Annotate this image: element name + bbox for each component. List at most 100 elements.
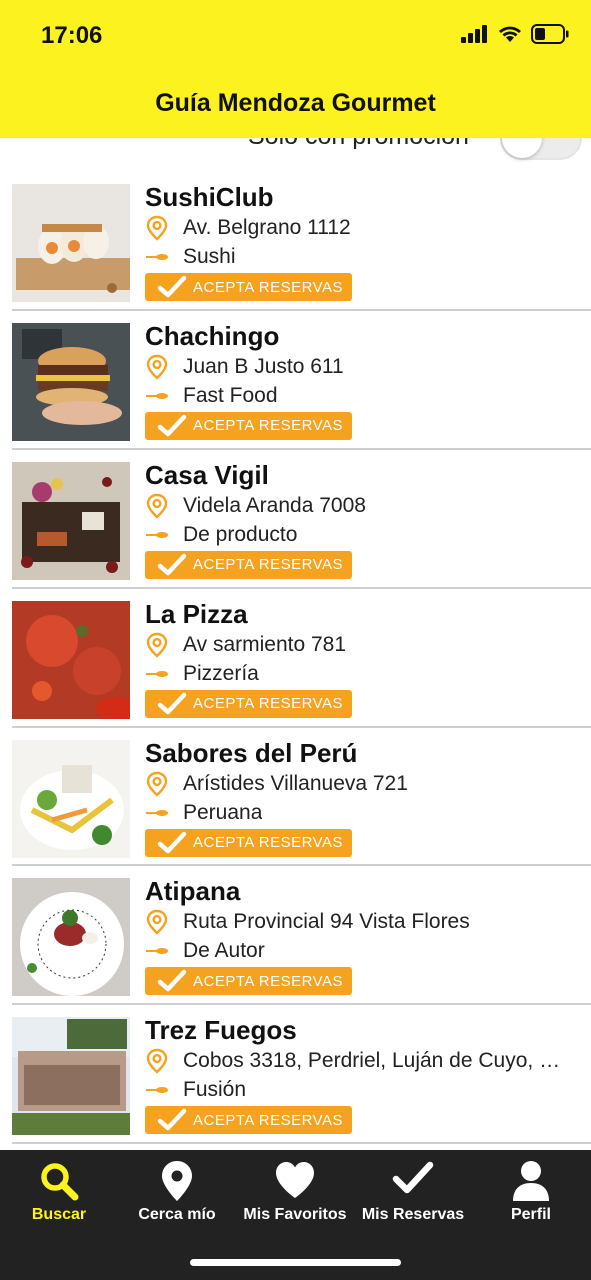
badge-label: ACEPTA RESERVAS <box>193 834 344 852</box>
location-pin-icon <box>146 632 168 658</box>
check-icon <box>157 970 187 992</box>
home-indicator <box>190 1259 401 1266</box>
restaurant-list-item[interactable]: La Pizza Av sarmiento 781 Pizzería ACEPT… <box>12 589 591 728</box>
restaurant-category-row: De producto <box>145 521 297 549</box>
location-pin-icon <box>146 493 168 519</box>
restaurant-category-row: Peruana <box>145 799 262 827</box>
restaurant-name: Atipana <box>145 876 241 907</box>
accepts-reservations-badge: ACEPTA RESERVAS <box>145 550 352 579</box>
utensils-icon <box>146 948 168 955</box>
restaurant-category: Sushi <box>183 245 236 268</box>
utensils-icon <box>146 809 168 816</box>
restaurant-photo <box>12 878 130 997</box>
restaurant-name: Sabores del Perú <box>145 737 358 768</box>
restaurant-address: Videla Aranda 7008 <box>183 493 366 517</box>
restaurant-category: De producto <box>183 522 298 546</box>
restaurant-address: Arístides Villanueva 721 <box>183 771 408 795</box>
check-icon <box>157 831 187 853</box>
accepts-reservations-badge: ACEPTA RESERVAS <box>145 1106 352 1135</box>
location-pin-icon <box>162 1161 192 1201</box>
accepts-reservations-badge: ACEPTA RESERVAS <box>145 411 352 440</box>
restaurant-name: Chachingo <box>145 320 280 351</box>
restaurant-address: Av sarmiento 781 <box>183 632 347 656</box>
accepts-reservations-badge: ACEPTA RESERVAS <box>145 967 352 996</box>
badge-label: ACEPTA RESERVAS <box>193 278 344 296</box>
heart-icon <box>276 1162 314 1198</box>
utensils-icon <box>146 254 168 260</box>
badge-label: ACEPTA RESERVAS <box>193 556 344 574</box>
restaurant-category-row: Fusión <box>145 1076 246 1104</box>
badge-label: ACEPTA RESERVAS <box>193 695 344 713</box>
restaurant-photo <box>12 1017 130 1136</box>
check-icon <box>157 1109 187 1131</box>
check-icon <box>157 692 187 714</box>
restaurant-category: De Autor <box>183 939 265 963</box>
restaurant-address: Ruta Provincial 94 Vista Flores <box>183 910 470 934</box>
tab-buscar[interactable]: Buscar <box>0 1150 118 1240</box>
badge-label: ACEPTA RESERVAS <box>193 1111 344 1129</box>
badge-label: ACEPTA RESERVAS <box>193 417 344 435</box>
restaurant-photo <box>12 322 130 441</box>
wifi-icon <box>499 26 521 42</box>
utensils-icon <box>146 531 168 538</box>
location-pin-icon <box>146 354 168 380</box>
utensils-icon <box>146 1087 168 1094</box>
restaurant-list: SushiClub Av. Belgrano 1112 Sushi ACEPTA… <box>0 172 591 1145</box>
restaurant-name: SushiClub <box>145 182 274 212</box>
restaurant-category: Peruana <box>183 800 263 824</box>
restaurant-address: Cobos 3318, Perdriel, Luján de Cuyo, M..… <box>183 1049 573 1073</box>
restaurant-name: Casa Vigil <box>145 459 269 490</box>
restaurant-photo <box>12 600 130 719</box>
restaurant-list-item[interactable]: Sabores del Perú Arístides Villanueva 72… <box>12 728 591 867</box>
restaurant-list-item[interactable]: Casa Vigil Videla Aranda 7008 De product… <box>12 450 591 589</box>
restaurant-category-row: Sushi <box>145 243 236 271</box>
check-icon <box>157 414 187 437</box>
restaurant-address-row: Av. Belgrano 1112 <box>145 214 351 242</box>
restaurant-list-item[interactable]: SushiClub Av. Belgrano 1112 Sushi ACEPTA… <box>12 172 591 311</box>
restaurant-address-row: Cobos 3318, Perdriel, Luján de Cuyo, M..… <box>145 1047 573 1075</box>
restaurant-photo <box>12 739 130 858</box>
check-icon <box>157 553 187 576</box>
app-header: 17:06 Guía Mendoza Gourmet <box>0 0 591 138</box>
tab-mis-reservas[interactable]: Mis Reservas <box>354 1150 472 1240</box>
restaurant-photo <box>12 461 130 580</box>
restaurant-category: Pizzería <box>183 661 259 685</box>
restaurant-list-item[interactable]: Chachingo Juan B Justo 611 Fast Food ACE… <box>12 311 591 450</box>
search-icon <box>41 1163 79 1201</box>
restaurant-address: Av. Belgrano 1112 <box>183 216 351 239</box>
restaurant-category: Fusión <box>183 1078 247 1102</box>
restaurant-category-row: Fast Food <box>145 382 278 410</box>
location-pin-icon <box>146 771 168 797</box>
restaurant-address-row: Ruta Provincial 94 Vista Flores <box>145 908 470 936</box>
page-title: Guía Mendoza Gourmet <box>155 89 436 117</box>
tab-label: Perfil <box>510 1206 551 1223</box>
restaurant-address-row: Arístides Villanueva 721 <box>145 770 408 798</box>
tab-cerca-mio[interactable]: Cerca mío <box>118 1150 236 1240</box>
restaurant-list-item[interactable]: Trez Fuegos Cobos 3318, Perdriel, Luján … <box>12 1005 591 1145</box>
restaurant-address-row: Juan B Justo 611 <box>145 353 344 381</box>
badge-label: ACEPTA RESERVAS <box>193 972 344 990</box>
utensils-icon <box>146 392 168 399</box>
restaurant-address-row: Videla Aranda 7008 <box>145 492 366 520</box>
utensils-icon <box>146 670 168 677</box>
tab-mis-favoritos[interactable]: Mis Favoritos <box>236 1150 354 1240</box>
restaurant-name: La Pizza <box>145 598 248 629</box>
checkmark-icon <box>392 1161 434 1194</box>
accepts-reservations-badge: ACEPTA RESERVAS <box>145 273 352 301</box>
check-icon <box>157 275 187 298</box>
restaurant-category-row: De Autor <box>145 937 265 965</box>
location-pin-icon <box>146 910 168 936</box>
restaurant-category: Fast Food <box>183 383 278 407</box>
signal-icon <box>461 25 487 43</box>
restaurant-photo <box>12 184 130 302</box>
battery-icon <box>531 24 569 44</box>
accepts-reservations-badge: ACEPTA RESERVAS <box>145 689 352 718</box>
accepts-reservations-badge: ACEPTA RESERVAS <box>145 828 352 857</box>
tab-perfil[interactable]: Perfil <box>472 1150 590 1240</box>
restaurant-address: Juan B Justo 611 <box>183 354 344 378</box>
user-icon <box>513 1161 549 1201</box>
location-pin-icon <box>146 1049 168 1074</box>
restaurant-list-item[interactable]: Atipana Ruta Provincial 94 Vista Flores … <box>12 866 591 1006</box>
status-time: 17:06 <box>41 22 103 49</box>
restaurant-address-row: Av sarmiento 781 <box>145 631 346 659</box>
